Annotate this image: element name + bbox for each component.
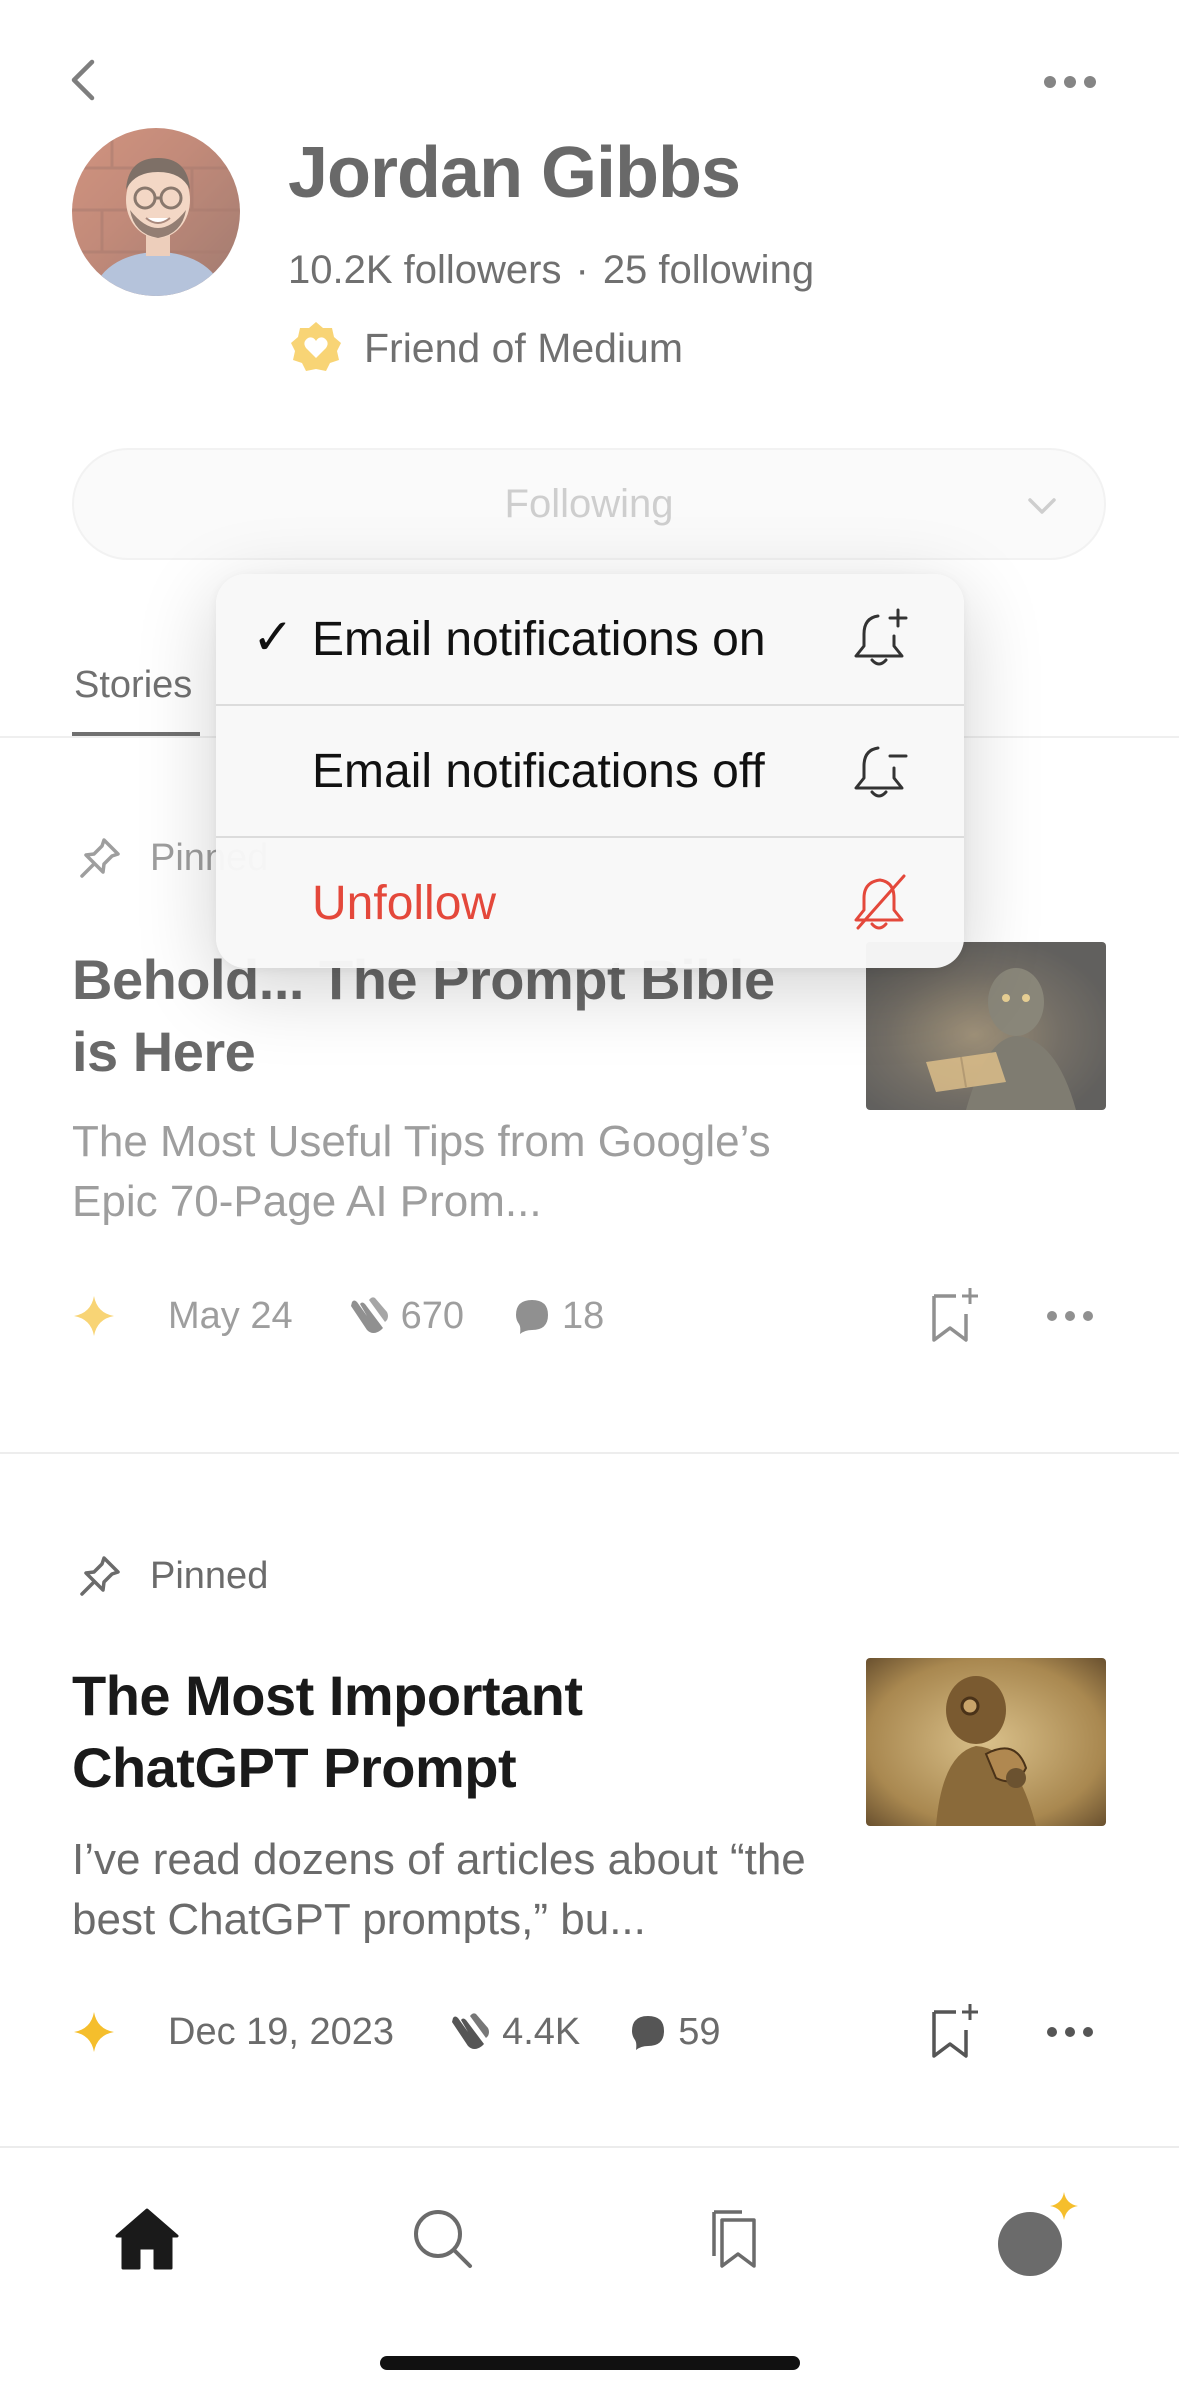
comment-icon: [632, 2016, 665, 2050]
bell-minus-icon: [854, 746, 908, 798]
story-date: Dec 19, 2023: [168, 2010, 395, 2053]
clap-count: 670: [400, 1294, 465, 1337]
save-story-button[interactable]: [926, 2002, 982, 2072]
pinned-indicator: Pinned: [76, 1546, 268, 1606]
claps[interactable]: 4.4K: [444, 2008, 580, 2056]
badge-label: Friend of Medium: [364, 324, 684, 371]
following-button[interactable]: Following: [72, 448, 1106, 560]
menu-item-unfollow[interactable]: Unfollow: [216, 838, 964, 968]
save-story-button[interactable]: [926, 1286, 982, 1356]
profile-name: Jordan Gibbs: [288, 133, 741, 213]
story-divider: [0, 1452, 1179, 1454]
claps[interactable]: 670: [343, 1292, 464, 1340]
nav-search[interactable]: [392, 2188, 492, 2288]
member-star-icon: [74, 2012, 114, 2052]
story-meta: May 24 670 18: [72, 1286, 1112, 1346]
chevron-left-icon: [71, 59, 95, 101]
menu-item-email-off[interactable]: Email notifications off: [216, 706, 964, 837]
story-subtitle[interactable]: The Most Useful Tips from Google’s Epic …: [72, 1112, 832, 1232]
home-icon: [115, 2208, 179, 2270]
checkmark-icon: ✓: [252, 609, 294, 665]
tab-stories[interactable]: Stories: [74, 664, 192, 707]
more-options-button[interactable]: [1040, 62, 1100, 102]
comments[interactable]: 59: [628, 2010, 721, 2054]
avatar: [72, 128, 240, 296]
bookmarks-icon: [712, 2210, 756, 2268]
member-badge: Friend of Medium: [288, 320, 683, 376]
following-count[interactable]: 25 following: [603, 248, 814, 292]
ellipsis-icon: [1047, 1311, 1093, 1321]
ellipsis-icon: [1047, 2027, 1093, 2037]
story-title[interactable]: The Most Important ChatGPT Prompt: [72, 1660, 832, 1804]
comment-count: 18: [562, 1294, 605, 1337]
menu-item-label: Unfollow: [312, 877, 497, 930]
following-label: Following: [504, 481, 674, 526]
comments[interactable]: 18: [512, 1295, 604, 1338]
story-more-button[interactable]: [1046, 2012, 1094, 2062]
pin-icon: [80, 1556, 120, 1596]
profile-avatar-icon: [998, 2192, 1078, 2276]
nav-home[interactable]: [97, 2188, 197, 2288]
clap-icon: [350, 1297, 388, 1333]
home-indicator: [380, 2356, 800, 2370]
back-button[interactable]: [60, 50, 108, 110]
pinned-label: Pinned: [150, 1554, 269, 1597]
comment-icon: [516, 1300, 549, 1334]
follow-stats: 10.2K followers · 25 following: [288, 248, 814, 293]
bookmark-add-icon: [932, 2004, 978, 2058]
story-subtitle[interactable]: I’ve read dozens of articles about “the …: [72, 1830, 832, 1950]
nav-library[interactable]: [684, 2188, 784, 2288]
nav-profile[interactable]: [980, 2188, 1080, 2288]
story-meta: Dec 19, 2023 4.4K 59: [72, 2002, 1112, 2062]
menu-item-email-on[interactable]: ✓ Email notifications on: [216, 574, 964, 705]
ellipsis-icon: [1044, 76, 1096, 88]
bell-plus-icon: [854, 608, 908, 666]
bell-slash-icon: [854, 874, 906, 930]
search-icon: [414, 2210, 472, 2268]
chevron-down-icon: [1028, 498, 1056, 514]
bookmark-add-icon: [932, 1288, 978, 1342]
story-thumbnail[interactable]: [866, 1658, 1106, 1826]
member-star-icon: [74, 1296, 114, 1336]
clap-count: 4.4K: [502, 2010, 581, 2053]
comment-count: 59: [678, 2010, 721, 2053]
story-date: May 24: [168, 1294, 293, 1337]
friend-badge-icon: [291, 322, 341, 371]
pin-icon: [80, 838, 120, 878]
menu-item-label: Email notifications on: [312, 613, 766, 666]
follow-options-menu: ✓ Email notifications on Email notificat…: [216, 574, 964, 968]
menu-item-label: Email notifications off: [312, 745, 765, 798]
story-more-button[interactable]: [1046, 1296, 1094, 1346]
stats-separator: ·: [575, 248, 589, 292]
followers-count[interactable]: 10.2K followers: [288, 248, 561, 292]
clap-icon: [452, 2013, 490, 2049]
